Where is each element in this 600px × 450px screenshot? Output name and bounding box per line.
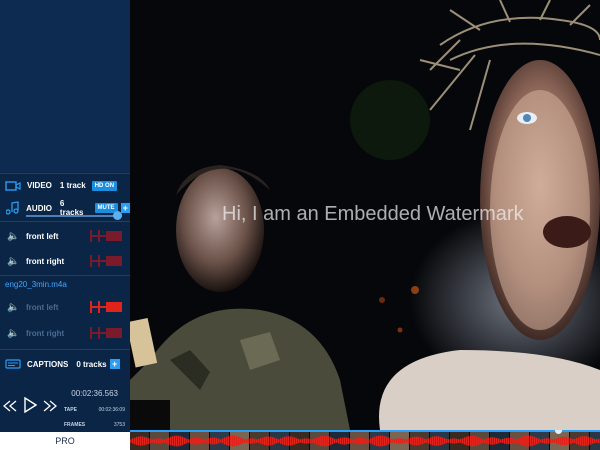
transport-controls [2,396,58,418]
track-level-meter [90,326,124,340]
sidebar: VIDEO 1 track HD ON AUDIO 6 tracks MUTE … [0,0,131,450]
timeline-progress-line [130,430,600,432]
captions-track-count: 0 tracks [76,359,107,369]
speaker-icon: 🔈 [7,327,20,339]
pro-button[interactable]: PRO [0,432,130,450]
add-captions-button[interactable]: + [109,359,120,369]
divider [0,349,130,350]
divider [0,275,130,276]
audio-track-row[interactable]: 🔈 front left [0,295,130,319]
current-timecode: 00:02:36.563 [71,389,118,398]
play-icon[interactable] [23,396,38,418]
track-level-meter [90,229,124,243]
track-name: front right [26,256,65,266]
divider [0,221,130,222]
audio-file-name[interactable]: eng20_3min.m4a [5,280,67,289]
music-note-icon [5,201,20,215]
captions-label: CAPTIONS [27,359,69,369]
tape-timecode: 00:02:36:09 [98,407,125,413]
audio-track-row[interactable]: 🔈 front right [0,321,130,345]
audio-track-row[interactable]: 🔈 front right [0,249,130,273]
video-player[interactable]: Hi, I am an Embedded Watermark [130,0,600,430]
speaker-icon: 🔈 [7,255,20,267]
video-track-count: 1 track [59,181,86,190]
app-root: VIDEO 1 track HD ON AUDIO 6 tracks MUTE … [0,0,600,450]
track-name: front right [26,328,65,338]
step-forward-icon[interactable] [43,399,58,417]
captions-section-header[interactable]: CAPTIONS 0 tracks + [0,352,130,376]
track-name: front left [26,231,59,241]
hd-toggle-button[interactable]: HD ON [91,180,118,191]
embedded-watermark: Hi, I am an Embedded Watermark [222,203,524,225]
sidebar-top-panel [0,0,130,172]
waveform-thumbnails [130,432,600,450]
speaker-icon: 🔈 [7,230,20,242]
captions-icon [5,357,21,371]
video-camera-icon [5,179,21,193]
frame-count: 3753 [113,422,125,428]
step-back-icon[interactable] [2,399,17,417]
tape-label: TAPE [64,407,77,413]
track-level-meter [90,300,124,314]
speaker-icon: 🔈 [7,301,20,313]
frames-label: FRAMES [64,422,86,428]
audio-label: AUDIO [26,203,52,213]
add-audio-button[interactable]: + [120,203,131,213]
video-section-header[interactable]: VIDEO 1 track HD ON [0,173,130,197]
track-name: front left [26,302,59,312]
audio-track-row[interactable]: 🔈 front left [0,224,130,248]
volume-slider-track[interactable] [26,215,122,217]
timeline-scrubber[interactable] [130,430,600,450]
video-label: VIDEO [27,181,52,190]
track-level-meter [90,254,124,268]
